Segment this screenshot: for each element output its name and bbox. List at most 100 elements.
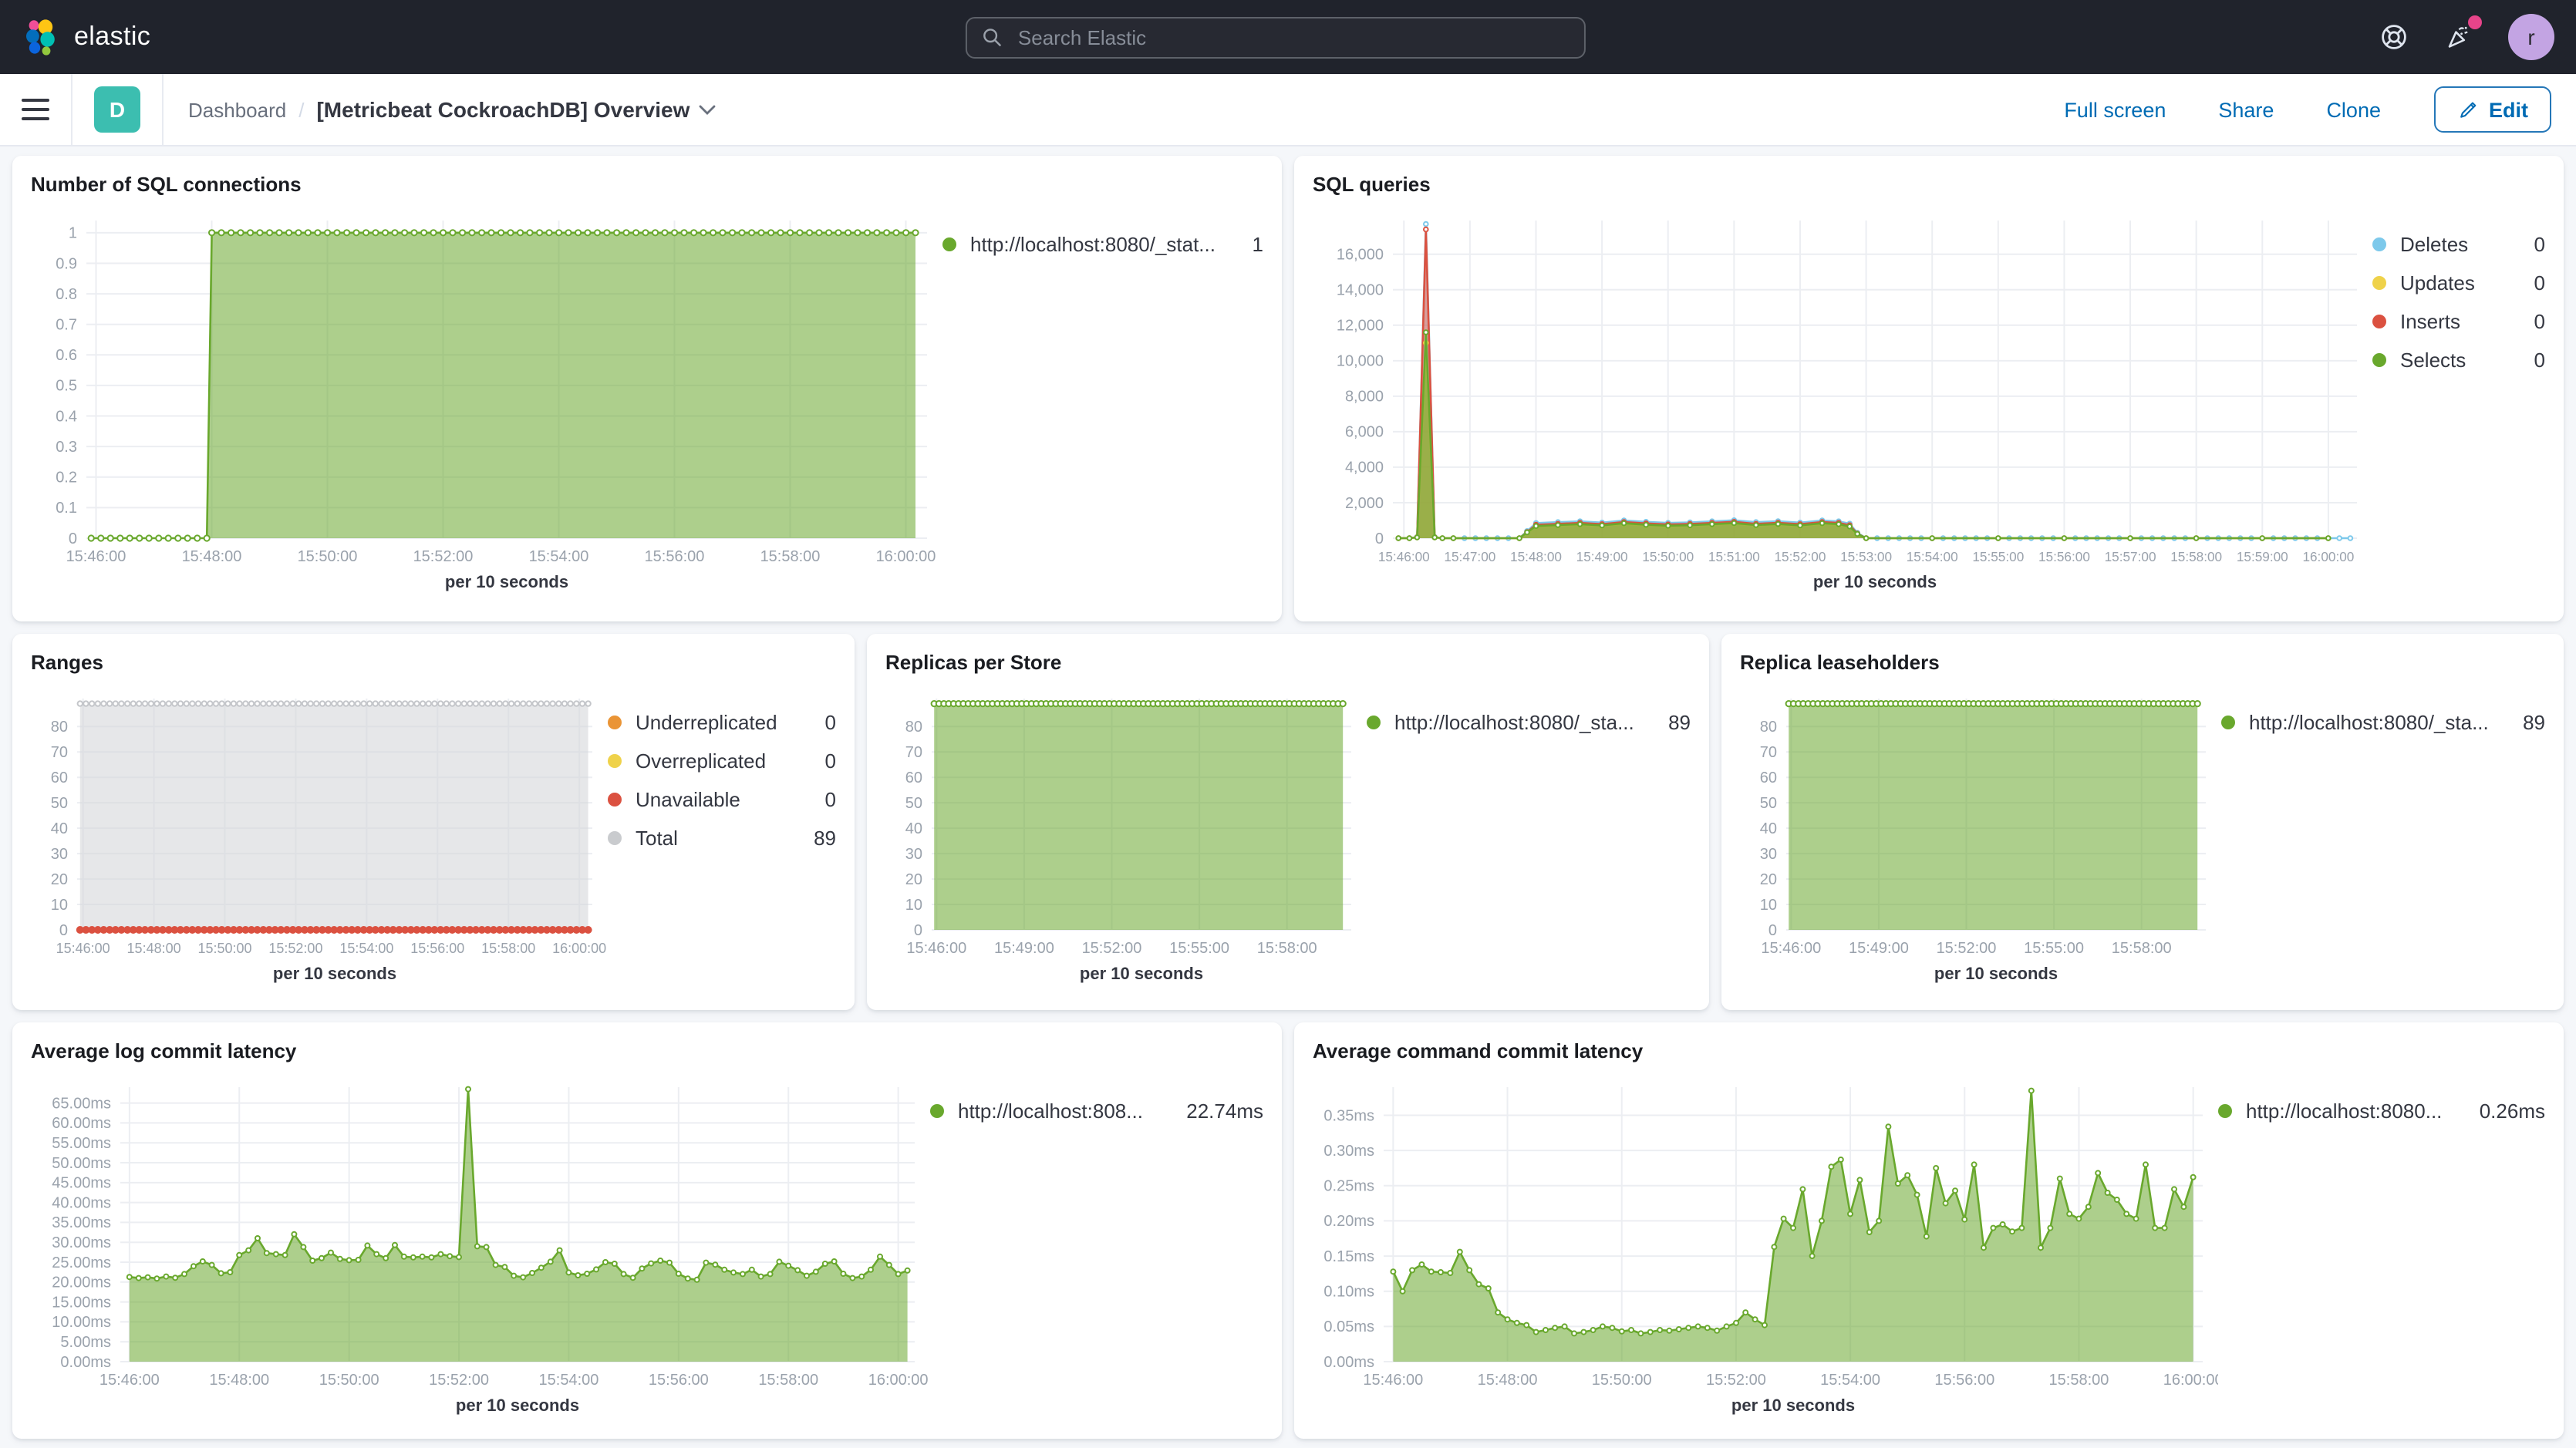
menu-icon[interactable] — [22, 99, 49, 120]
search-input[interactable] — [1015, 24, 1569, 50]
svg-text:20: 20 — [1760, 871, 1777, 888]
legend-item[interactable]: Total89 — [608, 827, 836, 850]
legend-value: 0 — [2534, 310, 2545, 333]
legend-item[interactable]: http://localhost:8080/_sta...89 — [2221, 711, 2545, 734]
legend-label: Overreplicated — [636, 749, 810, 773]
svg-text:15:48:00: 15:48:00 — [182, 548, 242, 565]
chevron-down-icon — [699, 104, 716, 115]
legend-label: http://localhost:808... — [958, 1099, 1171, 1123]
svg-text:15:57:00: 15:57:00 — [2105, 549, 2156, 564]
legend-item[interactable]: http://localhost:8080/_sta... 89 — [1367, 711, 1691, 734]
legend-item[interactable]: Inserts0 — [2372, 310, 2545, 333]
legend-item[interactable]: http://localhost:8080/_stat... 1 — [942, 233, 1263, 256]
chart-replicas-per-store[interactable]: 0102030405060708015:46:0015:49:0015:52:0… — [885, 686, 1367, 988]
page-title-menu[interactable]: [Metricbeat CockroachDB] Overview — [316, 97, 716, 122]
chart-canvas[interactable]: 0102030405060708015:46:0015:49:0015:52:0… — [885, 686, 1367, 988]
svg-text:15:46:00: 15:46:00 — [906, 940, 966, 957]
legend-item[interactable]: Selects0 — [2372, 349, 2545, 372]
legend-value: 0 — [825, 749, 836, 773]
panel-sql-queries: SQL queries 02,0004,0006,0008,00010,0001… — [1294, 156, 2564, 621]
svg-text:40: 40 — [51, 820, 68, 837]
svg-text:15:46:00: 15:46:00 — [66, 548, 126, 565]
legend-value: 1 — [1253, 233, 1263, 256]
elastic-logo-icon — [22, 17, 62, 57]
chart-replica-leaseholders[interactable]: 0102030405060708015:46:0015:49:0015:52:0… — [1740, 686, 2221, 988]
chart-canvas[interactable]: 0.00ms5.00ms10.00ms15.00ms20.00ms25.00ms… — [31, 1075, 930, 1420]
legend-label: http://localhost:8080/_stat... — [970, 233, 1237, 256]
svg-text:15:52:00: 15:52:00 — [413, 548, 474, 565]
dashboard-badge-letter: D — [110, 97, 125, 122]
breadcrumb-dashboard[interactable]: Dashboard — [188, 98, 286, 121]
svg-text:15:58:00: 15:58:00 — [758, 1372, 818, 1389]
chart-command-commit-latency[interactable]: 0.00ms0.05ms0.10ms0.15ms0.20ms0.25ms0.30… — [1313, 1075, 2218, 1420]
share-link[interactable]: Share — [2218, 98, 2274, 121]
legend-value: 0 — [2534, 233, 2545, 256]
legend-item[interactable]: http://localhost:8080...0.26ms — [2218, 1099, 2545, 1123]
svg-text:45.00ms: 45.00ms — [52, 1175, 111, 1192]
dashboard-badge-cell: D — [72, 74, 164, 145]
svg-text:40.00ms: 40.00ms — [52, 1194, 111, 1211]
legend-item[interactable]: http://localhost:808...22.74ms — [930, 1099, 1263, 1123]
legend-label: http://localhost:8080/_sta... — [1394, 711, 1653, 734]
chart-sql-connections[interactable]: 00.10.20.30.40.50.60.70.80.9115:46:0015:… — [31, 208, 942, 597]
svg-text:15:49:00: 15:49:00 — [1849, 940, 1909, 957]
svg-text:50: 50 — [1760, 795, 1777, 812]
legend-item[interactable]: Updates0 — [2372, 271, 2545, 295]
svg-text:per 10 seconds: per 10 seconds — [456, 1396, 579, 1415]
svg-text:0.20ms: 0.20ms — [1323, 1213, 1374, 1230]
svg-text:80: 80 — [1760, 719, 1777, 736]
svg-text:15:50:00: 15:50:00 — [1592, 1372, 1652, 1389]
legend-value: 89 — [1668, 711, 1691, 734]
legend-color-dot — [2221, 716, 2235, 729]
global-search — [966, 16, 1586, 58]
svg-text:15:48:00: 15:48:00 — [1478, 1372, 1538, 1389]
legend-color-dot — [1367, 716, 1381, 729]
chart-canvas[interactable]: 0102030405060708015:46:0015:49:0015:52:0… — [1740, 686, 2221, 988]
dashboard-toolbar: D Dashboard / [Metricbeat CockroachDB] O… — [0, 74, 2576, 146]
svg-text:15:50:00: 15:50:00 — [1642, 549, 1694, 564]
chart-legend: http://localhost:8080/_sta... 89 — [1367, 686, 1691, 988]
chart-canvas[interactable]: 00.10.20.30.40.50.60.70.80.9115:46:0015:… — [31, 208, 942, 597]
full-screen-link[interactable]: Full screen — [2064, 98, 2166, 121]
chart-canvas[interactable]: 02,0004,0006,0008,00010,00012,00014,0001… — [1313, 208, 2372, 597]
legend-color-dot — [608, 793, 622, 807]
chart-canvas[interactable]: 0.00ms0.05ms0.10ms0.15ms0.20ms0.25ms0.30… — [1313, 1075, 2218, 1420]
svg-text:30.00ms: 30.00ms — [52, 1234, 111, 1251]
svg-text:10: 10 — [905, 897, 922, 914]
chart-log-commit-latency[interactable]: 0.00ms5.00ms10.00ms15.00ms20.00ms25.00ms… — [31, 1075, 930, 1420]
dashboard-badge[interactable]: D — [94, 86, 140, 133]
legend-item[interactable]: Underreplicated0 — [608, 711, 836, 734]
legend-color-dot — [2218, 1104, 2232, 1118]
legend-item[interactable]: Overreplicated 0 — [608, 749, 836, 773]
svg-text:per 10 seconds: per 10 seconds — [273, 964, 396, 983]
dashboard-grid: Number of SQL connections 00.10.20.30.40… — [0, 146, 2576, 1448]
svg-text:30: 30 — [905, 846, 922, 863]
elastic-brand[interactable]: elastic — [22, 17, 150, 57]
news-feed-button[interactable] — [2443, 22, 2474, 52]
legend-value: 0 — [825, 711, 836, 734]
svg-text:0.2: 0.2 — [56, 470, 77, 487]
svg-text:10.00ms: 10.00ms — [52, 1314, 111, 1331]
svg-text:0.05ms: 0.05ms — [1323, 1318, 1374, 1335]
svg-text:0: 0 — [914, 922, 922, 939]
notification-dot — [2468, 15, 2482, 29]
legend-label: Total — [636, 827, 798, 850]
svg-text:70: 70 — [905, 744, 922, 761]
svg-text:15:52:00: 15:52:00 — [1082, 940, 1142, 957]
legend-item[interactable]: Deletes0 — [2372, 233, 2545, 256]
chart-canvas[interactable]: 0102030405060708015:46:0015:48:0015:50:0… — [31, 686, 608, 988]
svg-text:per 10 seconds: per 10 seconds — [1813, 572, 1937, 591]
nav-menu-cell — [0, 74, 72, 145]
svg-text:per 10 seconds: per 10 seconds — [1934, 964, 2058, 983]
legend-item[interactable]: Unavailable0 — [608, 788, 836, 811]
pencil-icon — [2456, 99, 2478, 120]
svg-text:5.00ms: 5.00ms — [60, 1334, 111, 1351]
chart-ranges[interactable]: 0102030405060708015:46:0015:48:0015:50:0… — [31, 686, 608, 988]
svg-text:0.1: 0.1 — [56, 500, 77, 517]
clone-link[interactable]: Clone — [2326, 98, 2381, 121]
svg-text:50: 50 — [905, 795, 922, 812]
help-button[interactable] — [2379, 22, 2409, 52]
user-avatar[interactable]: r — [2508, 14, 2554, 60]
chart-sql-queries[interactable]: 02,0004,0006,0008,00010,00012,00014,0001… — [1313, 208, 2372, 597]
edit-button[interactable]: Edit — [2433, 86, 2551, 133]
